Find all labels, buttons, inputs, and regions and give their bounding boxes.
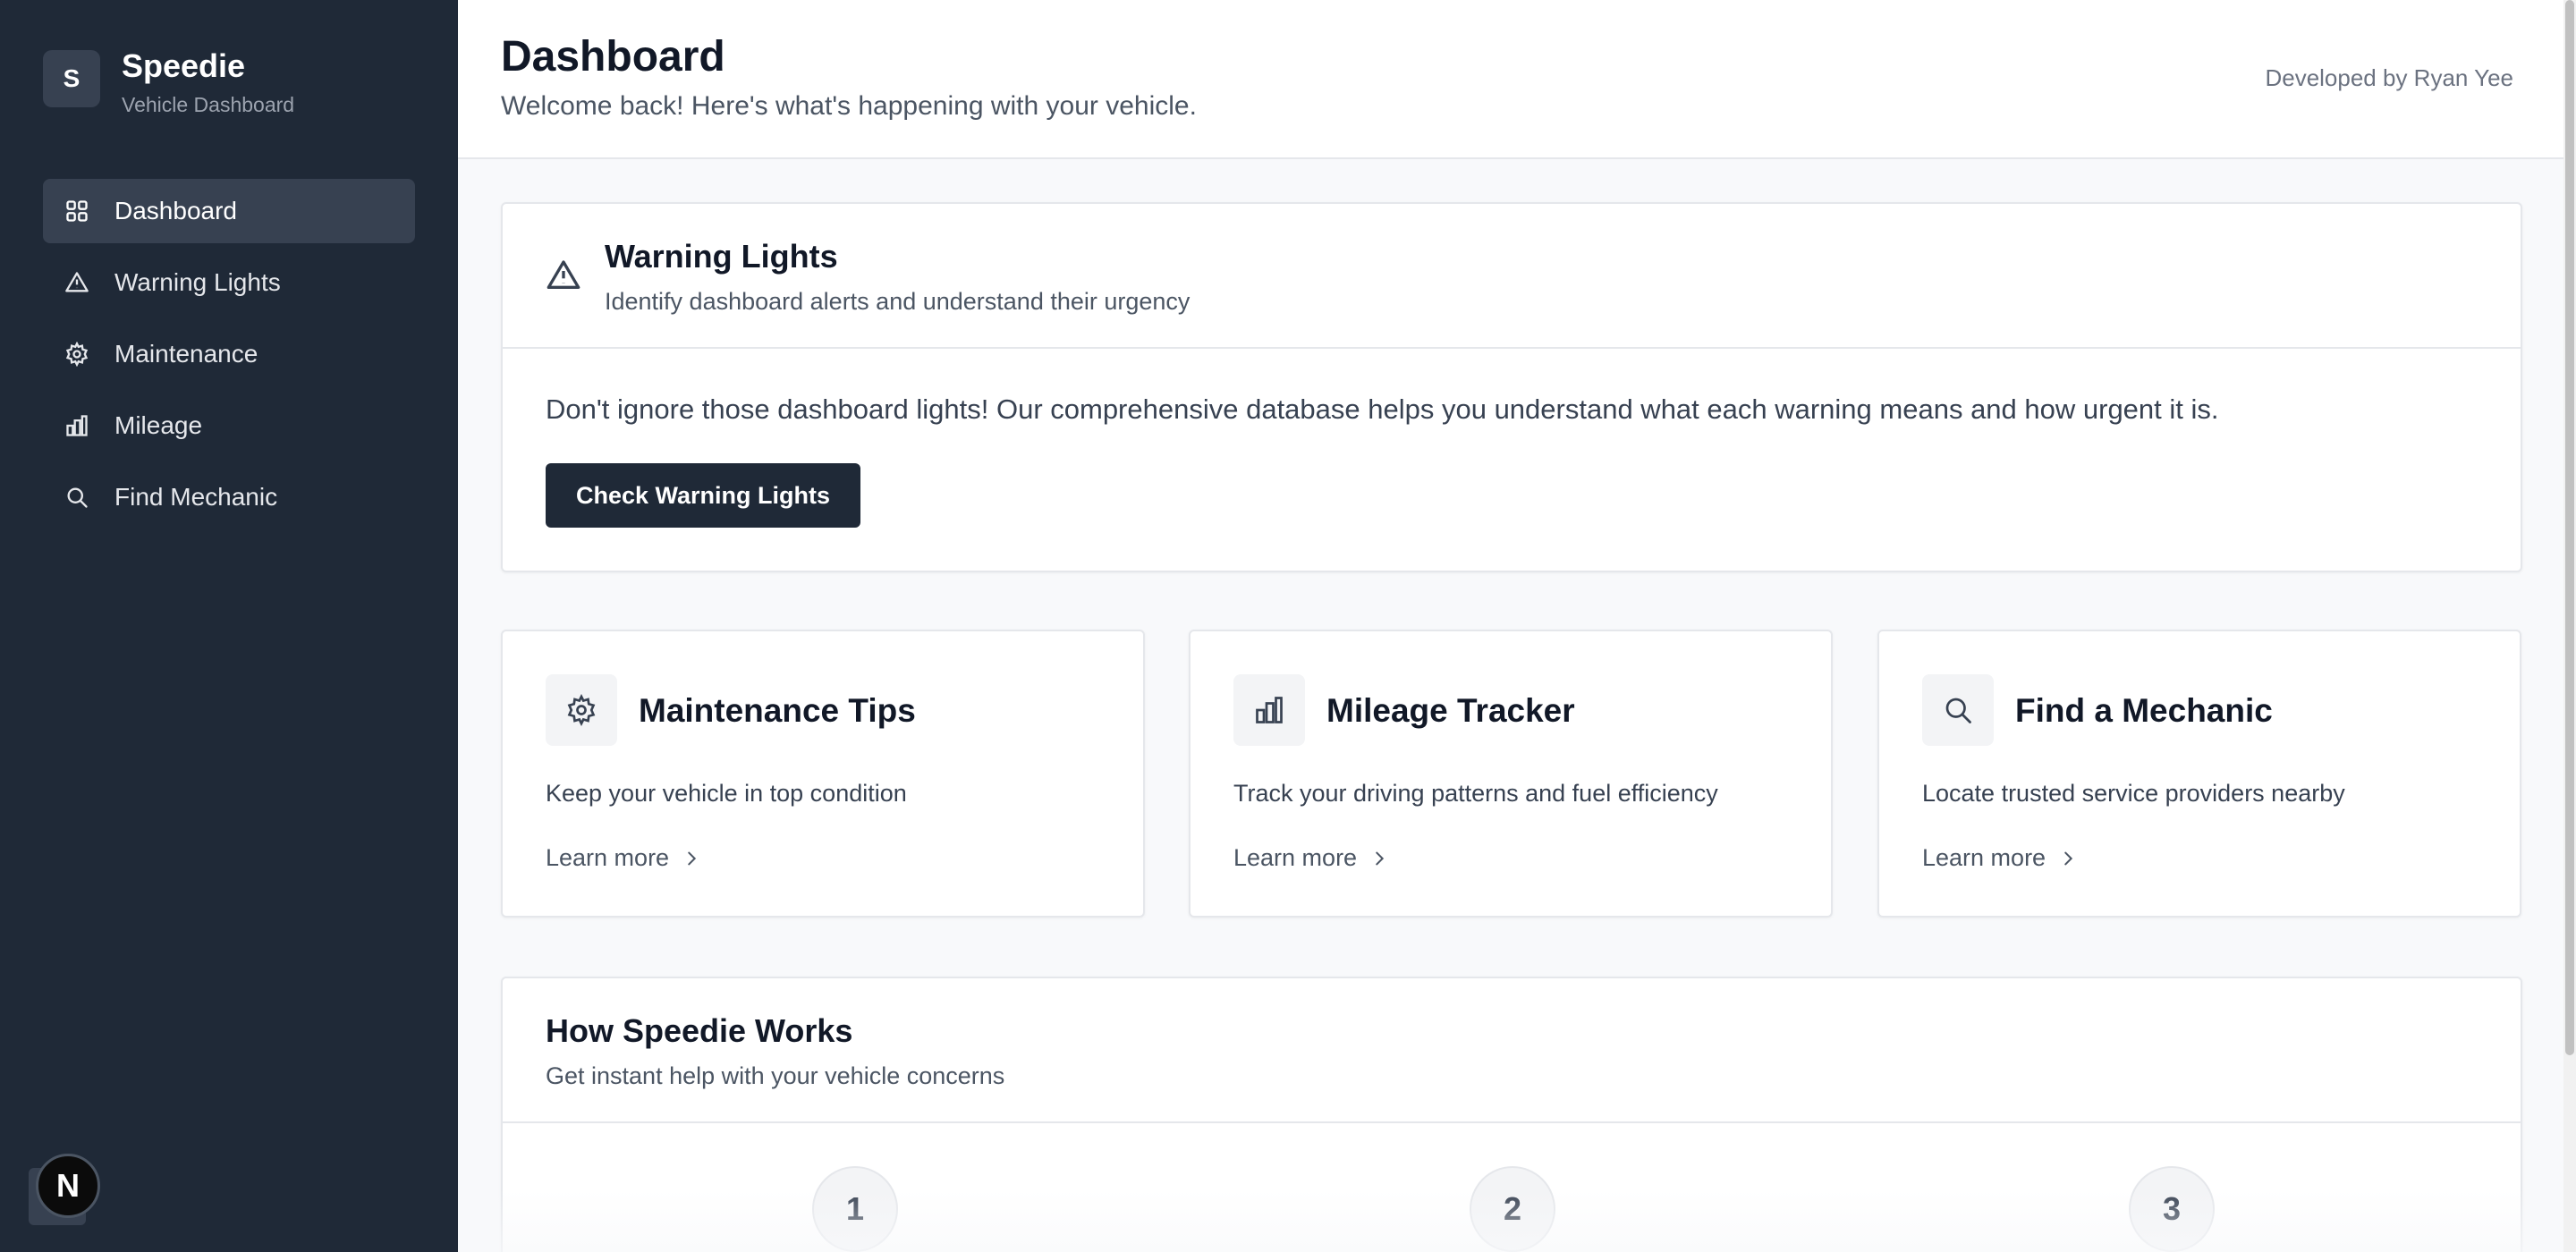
chevron-right-icon — [1376, 851, 1385, 865]
check-warning-lights-button[interactable]: Check Warning Lights — [546, 463, 860, 528]
app-subtitle: Vehicle Dashboard — [122, 93, 295, 116]
warning-triangle-icon — [546, 258, 581, 293]
sidebar-item-mileage[interactable]: Mileage — [43, 393, 415, 458]
learn-more-label: Learn more — [546, 844, 670, 871]
feature-description: Keep your vehicle in top condition — [546, 780, 907, 807]
feature-description: Track your driving patterns and fuel eff… — [1233, 780, 1718, 807]
step-number: 2 — [1470, 1166, 1555, 1252]
scrollbar-thumb[interactable] — [2565, 0, 2574, 1055]
brand[interactable]: S Speedie Vehicle Dashboard — [43, 47, 295, 118]
card-header: How Speedie Works Get instant help with … — [503, 978, 2521, 1123]
page-header: Dashboard Welcome back! Here's what's ha… — [458, 0, 2563, 159]
card-body-text: Don't ignore those dashboard lights! Our… — [546, 393, 2219, 425]
dev-tools-badge[interactable]: N — [36, 1154, 100, 1218]
card-subtitle: Identify dashboard alerts and understand… — [605, 288, 1191, 315]
card-subtitle: Get instant help with your vehicle conce… — [546, 1062, 1005, 1089]
search-icon — [64, 485, 89, 510]
step-number: 1 — [812, 1166, 898, 1252]
sidebar-item-maintenance[interactable]: Maintenance — [43, 322, 415, 386]
brand-logo: S — [43, 50, 100, 107]
learn-more-label: Learn more — [1233, 844, 1358, 871]
sidebar-item-warning-lights[interactable]: Warning Lights — [43, 250, 415, 315]
bar-chart-icon — [64, 413, 89, 438]
sidebar-item-find-mechanic[interactable]: Find Mechanic — [43, 465, 415, 529]
warning-lights-card: Warning Lights Identify dashboard alerts… — [501, 202, 2522, 572]
mileage-tracker-card[interactable]: Mileage Tracker Track your driving patte… — [1189, 630, 1833, 918]
brand-text: Speedie Vehicle Dashboard — [122, 47, 295, 118]
sidebar-item-label: Warning Lights — [114, 268, 281, 296]
learn-more-link[interactable]: Learn more — [546, 844, 701, 872]
page-title: Dashboard — [501, 33, 725, 80]
card-header: Warning Lights Identify dashboard alerts… — [503, 204, 2521, 349]
learn-more-label: Learn more — [1922, 844, 2046, 871]
feature-title: Mileage Tracker — [1326, 692, 1575, 729]
sidebar-nav: Dashboard Warning Lights Maintenance Mil… — [43, 179, 415, 537]
gear-icon — [546, 674, 617, 746]
feature-title: Maintenance Tips — [639, 692, 916, 729]
sidebar-item-label: Mileage — [114, 411, 203, 439]
step-number: 3 — [2129, 1166, 2215, 1252]
learn-more-link[interactable]: Learn more — [1233, 844, 1389, 872]
maintenance-tips-card[interactable]: Maintenance Tips Keep your vehicle in to… — [501, 630, 1145, 918]
search-icon — [1922, 674, 1994, 746]
grid-icon — [64, 199, 89, 224]
bar-chart-icon — [1233, 674, 1305, 746]
app-name: Speedie — [122, 47, 246, 84]
sidebar: S Speedie Vehicle Dashboard Dashboard Wa… — [0, 0, 458, 1252]
feature-title: Find a Mechanic — [2015, 692, 2273, 729]
gear-icon — [64, 342, 89, 367]
warning-triangle-icon — [64, 270, 89, 295]
developer-credit: Developed by Ryan Yee — [2265, 64, 2513, 91]
chevron-right-icon — [688, 851, 697, 865]
learn-more-link[interactable]: Learn more — [1922, 844, 2078, 872]
sidebar-item-dashboard[interactable]: Dashboard — [43, 179, 415, 243]
card-title: Warning Lights — [605, 238, 838, 275]
how-it-works-card: How Speedie Works Get instant help with … — [501, 977, 2522, 1252]
sidebar-item-label: Maintenance — [114, 340, 258, 368]
sidebar-item-label: Find Mechanic — [114, 483, 278, 511]
chevron-right-icon — [2064, 851, 2073, 865]
page-subtitle: Welcome back! Here's what's happening wi… — [501, 91, 1197, 121]
find-mechanic-card[interactable]: Find a Mechanic Locate trusted service p… — [1877, 630, 2521, 918]
card-title: How Speedie Works — [546, 1012, 853, 1049]
feature-description: Locate trusted service providers nearby — [1922, 780, 2345, 807]
sidebar-item-label: Dashboard — [114, 197, 237, 224]
